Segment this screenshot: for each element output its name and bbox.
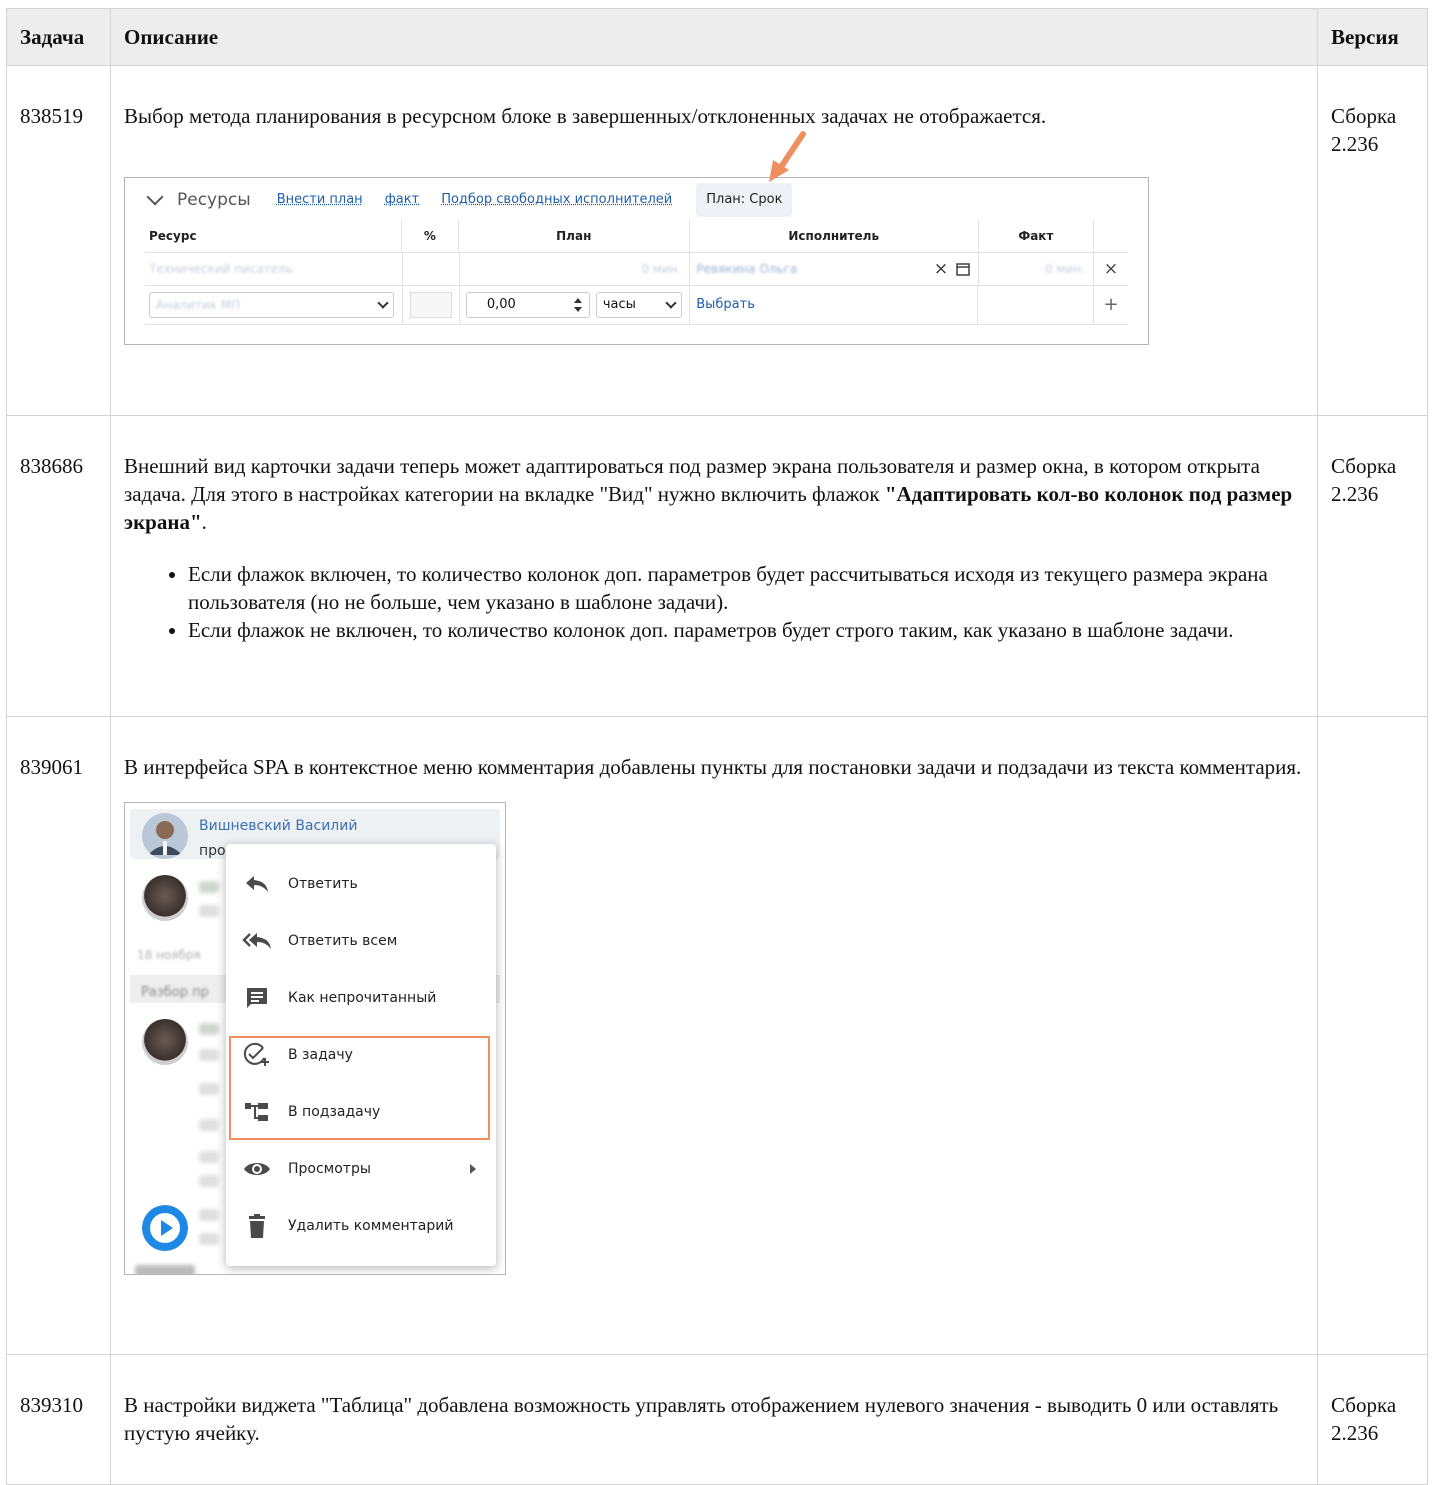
task-id: 838686 (6, 415, 111, 717)
description-text: В настройки виджета "Таблица" добавлена … (124, 1393, 1279, 1445)
task-id: 838519 (6, 65, 111, 416)
header-version: Версия (1317, 8, 1428, 66)
choose-executor-link[interactable]: Выбрать (696, 291, 755, 319)
col-plan: План (459, 220, 690, 252)
table-header-row: Задача Описание Версия (6, 8, 1428, 66)
col-fact: Факт (979, 220, 1095, 252)
header-task: Задача (6, 8, 111, 66)
resource-add-row: Аналитик МП 0,00 часы Выбрать + (145, 286, 1128, 325)
new-items-highlight (229, 1036, 490, 1140)
task-id: 839310 (6, 1354, 111, 1485)
comment-context-menu: Ответить Ответить всем Как непрочитанный (226, 844, 496, 1266)
bullet-list: Если флажок включен, то количество колон… (124, 560, 1304, 644)
spinner-icon[interactable] (573, 297, 583, 313)
play-icon (142, 1205, 188, 1251)
menu-item-views[interactable]: Просмотры (226, 1140, 496, 1197)
task-version: Сборка 2.236 (1317, 1354, 1428, 1485)
list-item: Если флажок включен, то количество колон… (188, 560, 1304, 616)
chevron-down-icon[interactable] (146, 188, 164, 206)
trash-icon (249, 1213, 265, 1238)
date-divider: 18 ноября (137, 948, 201, 962)
comment-author[interactable]: Вишневский Василий (199, 812, 357, 840)
task-version (1317, 716, 1428, 1355)
col-executor: Исполнитель (690, 220, 979, 252)
description-text: Внешний вид карточки задачи теперь может… (124, 454, 1293, 534)
task-description: В настройки виджета "Таблица" добавлена … (110, 1354, 1318, 1485)
reply-icon (246, 875, 268, 892)
menu-item-delete[interactable]: Удалить комментарий (226, 1197, 496, 1254)
amount-input[interactable]: 0,00 (465, 292, 590, 318)
resources-title: Ресурсы (177, 190, 251, 210)
submenu-arrow-icon (470, 1164, 476, 1174)
menu-item-reply-all[interactable]: Ответить всем (226, 912, 496, 969)
avatar (142, 813, 188, 859)
description-text: Выбор метода планирования в ресурсном бл… (124, 104, 1047, 128)
header-description: Описание (110, 8, 1318, 66)
resources-grid-header: Ресурс % План Исполнитель Факт (145, 220, 1128, 253)
table-row: 839061 В интерфейса SPA в контекстное ме… (6, 716, 1428, 1355)
table-row: 838519 Выбор метода планирования в ресур… (6, 65, 1428, 416)
task-version: Сборка 2.236 (1317, 65, 1428, 416)
task-version: Сборка 2.236 (1317, 415, 1428, 717)
eye-icon (244, 1162, 270, 1175)
plan-method-badge[interactable]: План: Срок (696, 183, 793, 217)
topic-label: Разбор пр (141, 985, 209, 1000)
resources-grid: Ресурс % План Исполнитель Факт Техническ… (145, 220, 1128, 325)
release-notes-table: Задача Описание Версия 838519 Выбор мето… (6, 8, 1428, 1485)
unit-select[interactable]: часы (595, 292, 682, 318)
resource-name: Технический писатель (149, 262, 293, 276)
chevron-down-icon (377, 297, 389, 309)
resources-header: Ресурсы Внести план факт Подбор свободны… (146, 183, 793, 217)
task-description: Внешний вид карточки задачи теперь может… (110, 415, 1318, 717)
resources-screenshot: Ресурсы Внести план факт Подбор свободны… (124, 131, 1149, 345)
menu-item-mark-unread[interactable]: Как непрочитанный (226, 969, 496, 1026)
task-description: В интерфейса SPA в контекстное меню комм… (110, 716, 1318, 1355)
pointer-arrow-icon (769, 131, 806, 182)
add-fact-link[interactable]: факт (385, 186, 420, 214)
col-percent: % (402, 220, 459, 252)
clear-executor-icon[interactable]: × (934, 255, 948, 283)
chevron-down-icon (665, 297, 677, 309)
comment-menu-screenshot: Вишневский Василий прошу проверить 18 но… (124, 802, 506, 1275)
comment-icon (247, 987, 267, 1008)
find-executors-link[interactable]: Подбор свободных исполнителей (441, 186, 672, 214)
calendar-icon[interactable] (956, 262, 970, 276)
table-row: 838686 Внешний вид карточки задачи тепер… (6, 415, 1428, 717)
executor-name[interactable]: Ревякина Ольга (696, 255, 797, 283)
avatar (142, 875, 188, 921)
remove-row-icon[interactable]: × (1094, 253, 1128, 285)
task-id: 839061 (6, 716, 111, 1355)
avatar (142, 1019, 188, 1065)
fact-value: 0 мин. (1045, 262, 1086, 276)
task-description: Выбор метода планирования в ресурсном бл… (110, 65, 1318, 416)
list-item: Если флажок не включен, то количество ко… (188, 616, 1304, 644)
percent-input[interactable] (409, 292, 452, 318)
reply-all-icon (242, 932, 271, 949)
menu-item-reply[interactable]: Ответить (226, 855, 496, 912)
resource-select[interactable]: Аналитик МП (149, 292, 394, 318)
add-plan-link[interactable]: Внести план (277, 186, 363, 214)
plan-value: 0 мин. (641, 262, 682, 276)
add-row-icon[interactable]: + (1094, 286, 1128, 324)
description-text: В интерфейса SPA в контекстное меню комм… (124, 755, 1302, 779)
col-resource: Ресурс (145, 220, 402, 252)
table-row: 839310 В настройки виджета "Таблица" доб… (6, 1354, 1428, 1485)
resource-row: Технический писатель 0 мин. Ревякина Оль… (145, 253, 1128, 286)
